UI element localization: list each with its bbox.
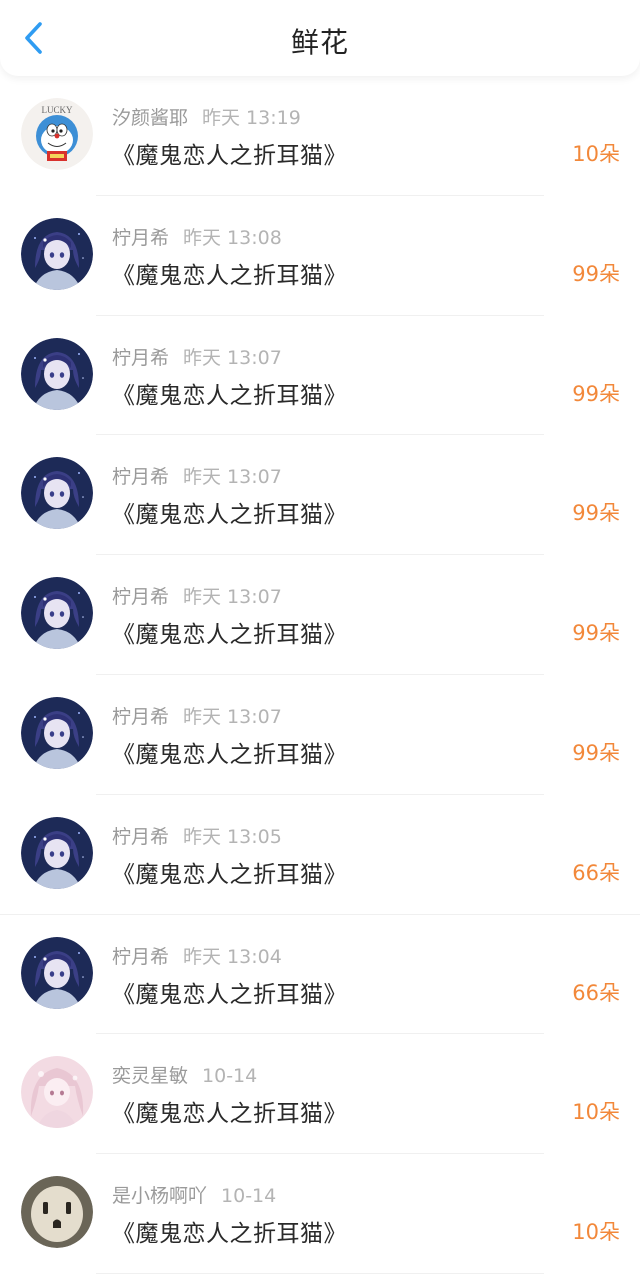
anime-girl-blue-icon — [21, 936, 93, 1009]
gift-work-title: 《魔鬼恋人之折耳猫》 — [112, 502, 347, 529]
flower-count: 99朵 — [572, 261, 620, 286]
gift-work-title: 《魔鬼恋人之折耳猫》 — [112, 861, 347, 888]
gift-work-title: 《魔鬼恋人之折耳猫》 — [112, 741, 347, 768]
user-name[interactable]: 柠月希 — [112, 347, 169, 369]
send-time: 10-14 — [202, 1065, 258, 1088]
gift-record-row[interactable]: 柠月希 昨天 13:07 《魔鬼恋人之折耳猫》 99朵 — [0, 316, 640, 436]
gift-record-row[interactable]: 是小杨啊吖 10-14 《魔鬼恋人之折耳猫》 10朵 — [0, 1154, 640, 1274]
user-name[interactable]: 柠月希 — [112, 946, 169, 968]
send-time: 昨天 13:07 — [183, 346, 282, 369]
user-avatar[interactable]: LUCKY — [21, 98, 93, 170]
user-avatar[interactable] — [21, 816, 93, 889]
gift-work-title: 《魔鬼恋人之折耳猫》 — [112, 382, 347, 409]
anime-girl-pink-icon — [21, 1056, 93, 1129]
record-meta: 是小杨啊吖 10-14 — [112, 1181, 276, 1208]
record-meta: 柠月希 昨天 13:07 — [112, 702, 282, 729]
user-avatar[interactable] — [21, 696, 93, 769]
send-time: 昨天 13:07 — [183, 466, 282, 489]
user-name[interactable]: 汐颜酱耶 — [112, 107, 188, 129]
record-meta: 柠月希 昨天 13:07 — [112, 343, 282, 370]
flower-gift-list: LUCKY 汐颜酱耶 昨天 13:19 《魔鬼恋人之折耳猫》 10朵 柠月希 昨天 … — [0, 76, 640, 1274]
gift-work-title: 《魔鬼恋人之折耳猫》 — [112, 1101, 347, 1128]
anime-girl-blue-icon — [21, 457, 93, 530]
flower-count: 99朵 — [572, 740, 620, 765]
gift-work-title: 《魔鬼恋人之折耳猫》 — [112, 622, 347, 649]
record-meta: 奕灵星敏 10-14 — [112, 1061, 257, 1088]
gift-work-title: 《魔鬼恋人之折耳猫》 — [112, 143, 347, 169]
anime-girl-blue-icon — [21, 577, 93, 650]
record-meta: 汐颜酱耶 昨天 13:19 — [112, 103, 301, 130]
record-meta: 柠月希 昨天 13:05 — [112, 822, 282, 849]
user-name[interactable]: 柠月希 — [112, 706, 169, 728]
user-name[interactable]: 柠月希 — [112, 466, 169, 488]
user-avatar[interactable] — [21, 1056, 93, 1129]
flower-count: 10朵 — [572, 1100, 620, 1125]
gift-record-row[interactable]: 柠月希 昨天 13:08 《魔鬼恋人之折耳猫》 99朵 — [0, 196, 640, 316]
user-name[interactable]: 柠月希 — [112, 586, 169, 608]
anime-girl-blue-icon — [21, 337, 93, 410]
flower-count: 10朵 — [572, 142, 620, 166]
gift-record-row[interactable]: LUCKY 汐颜酱耶 昨天 13:19 《魔鬼恋人之折耳猫》 10朵 — [0, 76, 640, 196]
svg-text:LUCKY: LUCKY — [42, 105, 73, 115]
gift-record-row[interactable]: 柠月希 昨天 13:04 《魔鬼恋人之折耳猫》 66朵 — [0, 915, 640, 1035]
user-avatar[interactable] — [21, 1176, 93, 1249]
send-time: 昨天 13:07 — [183, 705, 282, 728]
power-outlet-icon — [21, 1176, 93, 1249]
user-name[interactable]: 柠月希 — [112, 227, 169, 249]
send-time: 昨天 13:04 — [183, 945, 282, 968]
send-time: 10-14 — [221, 1185, 277, 1208]
record-meta: 柠月希 昨天 13:04 — [112, 942, 282, 969]
anime-girl-blue-icon — [21, 696, 93, 769]
user-avatar[interactable] — [21, 936, 93, 1009]
flower-count: 66朵 — [572, 860, 620, 885]
user-avatar[interactable] — [21, 217, 93, 290]
user-name[interactable]: 奕灵星敏 — [112, 1065, 188, 1087]
gift-record-row[interactable]: 奕灵星敏 10-14 《魔鬼恋人之折耳猫》 10朵 — [0, 1034, 640, 1154]
gift-record-row[interactable]: 柠月希 昨天 13:07 《魔鬼恋人之折耳猫》 99朵 — [0, 555, 640, 675]
send-time: 昨天 13:07 — [183, 586, 282, 609]
flower-count: 66朵 — [572, 980, 620, 1005]
top-bar: 鲜花 — [0, 0, 640, 76]
record-meta: 柠月希 昨天 13:07 — [112, 462, 282, 489]
flower-count: 99朵 — [572, 621, 620, 646]
user-name[interactable]: 是小杨啊吖 — [112, 1185, 207, 1207]
anime-girl-blue-icon — [21, 217, 93, 290]
user-avatar[interactable] — [21, 457, 93, 530]
gift-record-row[interactable]: 柠月希 昨天 13:07 《魔鬼恋人之折耳猫》 99朵 — [0, 675, 640, 795]
gift-work-title: 《魔鬼恋人之折耳猫》 — [112, 1221, 347, 1248]
gift-work-title: 《魔鬼恋人之折耳猫》 — [112, 262, 347, 289]
flower-count: 99朵 — [572, 381, 620, 406]
send-time: 昨天 13:05 — [183, 825, 282, 848]
send-time: 昨天 13:08 — [183, 226, 282, 249]
gift-record-row[interactable]: 柠月希 昨天 13:07 《魔鬼恋人之折耳猫》 99朵 — [0, 435, 640, 555]
user-avatar[interactable] — [21, 577, 93, 650]
flower-count: 10朵 — [572, 1220, 620, 1245]
gift-record-row[interactable]: 柠月希 昨天 13:05 《魔鬼恋人之折耳猫》 66朵 — [0, 795, 640, 915]
record-meta: 柠月希 昨天 13:07 — [112, 582, 282, 609]
anime-girl-blue-icon — [21, 816, 93, 889]
record-meta: 柠月希 昨天 13:08 — [112, 223, 282, 250]
send-time: 昨天 13:19 — [202, 107, 301, 129]
user-name[interactable]: 柠月希 — [112, 826, 169, 848]
gift-work-title: 《魔鬼恋人之折耳猫》 — [112, 981, 347, 1008]
doraemon-lucky-icon: LUCKY — [21, 98, 93, 170]
user-avatar[interactable] — [21, 337, 93, 410]
flower-count: 99朵 — [572, 501, 620, 526]
page-title: 鲜花 — [290, 26, 349, 59]
